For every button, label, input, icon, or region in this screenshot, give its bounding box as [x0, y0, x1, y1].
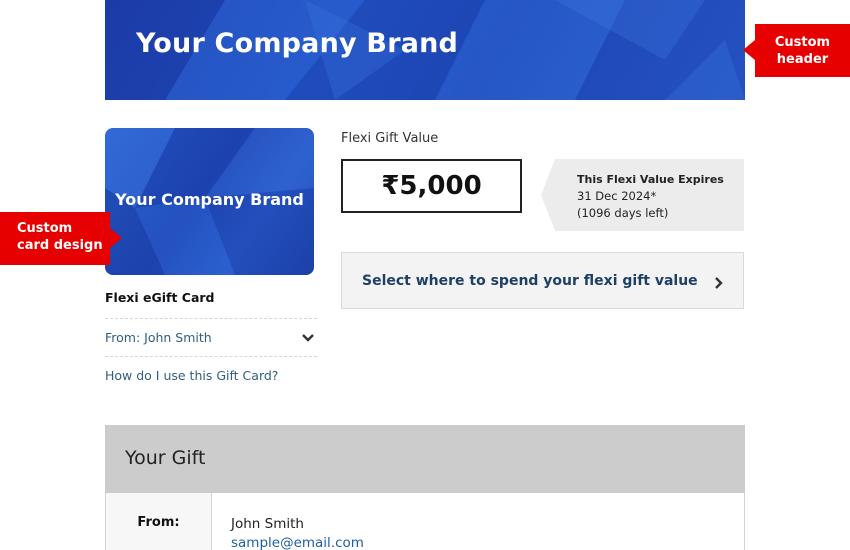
- expiry-days-left: (1096 days left): [577, 206, 669, 220]
- from-dropdown[interactable]: From: John Smith: [105, 318, 317, 357]
- select-spend-label: Select where to spend your flexi gift va…: [362, 272, 698, 289]
- gift-card-type: Flexi eGift Card: [105, 290, 215, 305]
- expiry-info: This Flexi Value Expires 31 Dec 2024* (1…: [541, 159, 744, 231]
- gift-value-label: Flexi Gift Value: [341, 131, 439, 146]
- gift-from-value: John Smith sample@email.com: [212, 493, 364, 550]
- card-brand-title: Your Company Brand: [115, 190, 304, 209]
- callout-header-line1: Custom: [774, 35, 831, 50]
- gift-from-row: From: John Smith sample@email.com: [105, 493, 745, 550]
- callout-header-line2: header: [776, 52, 829, 67]
- from-dropdown-label: From: John Smith: [105, 330, 212, 345]
- custom-card-callout: Custom card design: [0, 212, 122, 265]
- chevron-right-icon: [715, 276, 723, 289]
- header-brand-title: Your Company Brand: [136, 28, 459, 59]
- callout-card-line2: card design: [17, 238, 103, 253]
- chevron-down-icon: [302, 333, 314, 342]
- gift-card-image: Your Company Brand: [105, 128, 314, 275]
- gift-from-name: John Smith: [231, 516, 304, 532]
- your-gift-section: Your Gift From: John Smith sample@email.…: [105, 425, 745, 550]
- gift-card-help-link[interactable]: How do I use this Gift Card?: [105, 368, 317, 383]
- gift-from-label: From:: [106, 493, 212, 550]
- your-gift-title: Your Gift: [105, 425, 745, 493]
- gift-from-email: sample@email.com: [231, 535, 364, 550]
- callout-card-line1: Custom: [17, 221, 73, 236]
- custom-header-banner: Your Company Brand: [105, 0, 745, 100]
- custom-header-callout: Custom header: [743, 24, 850, 77]
- select-spend-button[interactable]: Select where to spend your flexi gift va…: [341, 252, 744, 309]
- expiry-title: This Flexi Value Expires: [577, 173, 724, 186]
- gift-value-amount: ₹5,000: [341, 159, 522, 213]
- expiry-date: 31 Dec 2024*: [577, 189, 657, 203]
- card-details: Flexi eGift Card From: John Smith How do…: [105, 282, 317, 383]
